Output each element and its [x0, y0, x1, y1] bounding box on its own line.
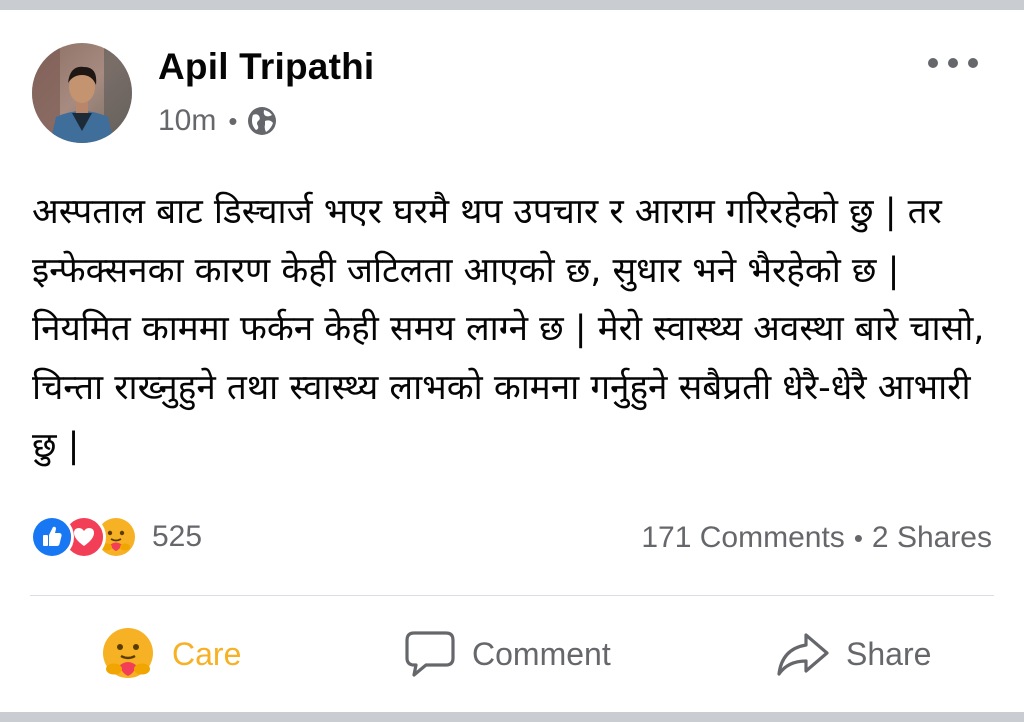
comment-button[interactable]: Comment — [404, 622, 611, 686]
author-name[interactable]: Apil Tripathi — [158, 46, 374, 88]
engagement-stats: 171 Comments • 2 Shares — [641, 516, 992, 560]
divider — [30, 595, 994, 596]
comments-count[interactable]: 171 Comments — [641, 521, 844, 555]
more-options-button[interactable] — [928, 52, 978, 74]
like-icon — [30, 515, 74, 559]
top-frame-strip — [0, 0, 1024, 10]
reaction-count: 525 — [152, 520, 203, 553]
comment-icon — [405, 631, 455, 677]
more-dot — [968, 58, 978, 68]
reactions-summary[interactable]: 525 — [30, 513, 202, 561]
separator-dot: • — [228, 105, 238, 136]
shares-count[interactable]: 2 Shares — [872, 521, 992, 555]
avatar[interactable] — [32, 43, 132, 143]
more-dot — [928, 58, 938, 68]
care-label: Care — [172, 635, 242, 672]
care-button[interactable]: Care — [100, 622, 241, 686]
more-dot — [948, 58, 958, 68]
bottom-frame-strip — [0, 712, 1024, 722]
share-icon — [777, 633, 829, 676]
share-label: Share — [846, 635, 932, 672]
comment-label: Comment — [472, 635, 611, 672]
post-text: अस्पताल बाट डिस्चार्ज भएर घरमै थप उपचार … — [32, 192, 985, 466]
post-meta: 10m • — [158, 101, 277, 141]
share-button[interactable]: Share — [776, 622, 931, 686]
globe-icon[interactable] — [247, 106, 277, 136]
post-time[interactable]: 10m — [158, 104, 216, 138]
avatar-photo — [32, 43, 132, 143]
care-icon — [103, 628, 153, 678]
separator-dot: • — [853, 522, 863, 553]
